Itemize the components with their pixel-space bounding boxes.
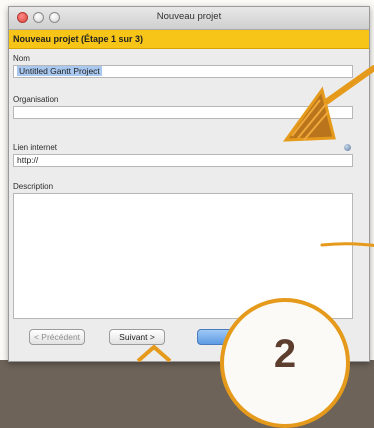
annotation-arrow-icon xyxy=(282,65,374,142)
organisation-label: Organisation xyxy=(13,95,59,104)
step-badge-number: 2 xyxy=(273,332,297,376)
annotation-caret-icon xyxy=(136,345,172,362)
project-name-value: Untitled Gantt Project xyxy=(17,66,102,76)
annotation-stroke-icon xyxy=(320,242,374,248)
title-bar: Nouveau projet xyxy=(9,7,369,30)
step-banner: Nouveau projet (Étape 1 sur 3) xyxy=(9,30,369,49)
next-button[interactable]: Suivant > xyxy=(109,329,165,345)
previous-button[interactable]: < Précédent xyxy=(29,329,85,345)
step-badge: 2 xyxy=(220,298,350,428)
description-label: Description xyxy=(13,182,54,191)
window-title: Nouveau projet xyxy=(156,11,222,22)
link-label: Lien internet xyxy=(13,143,58,152)
name-label: Nom xyxy=(13,54,30,63)
